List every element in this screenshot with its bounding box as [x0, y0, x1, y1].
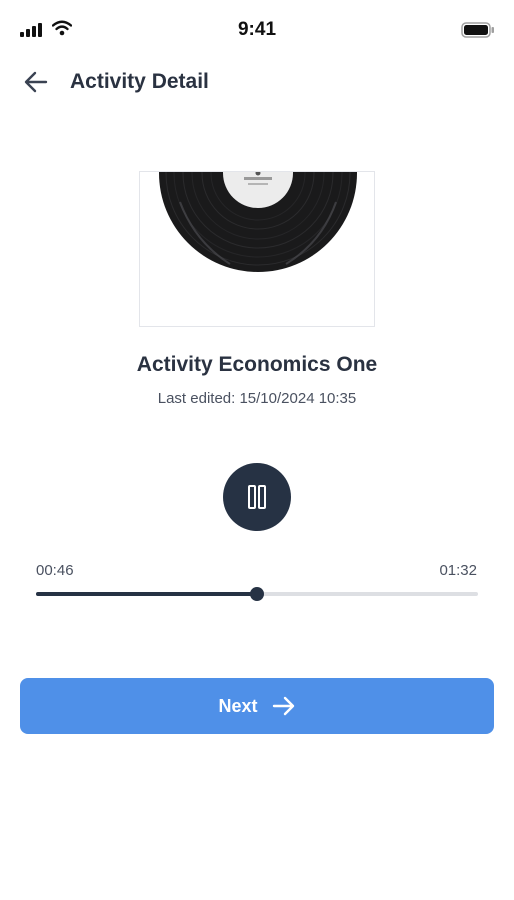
- arrow-right-icon: [272, 696, 294, 716]
- next-button-label: Next: [218, 695, 258, 716]
- vinyl-record-image: [159, 172, 357, 272]
- status-time: 9:41: [237, 19, 277, 40]
- pause-button[interactable]: [223, 463, 291, 531]
- last-edited-text: Last edited: 15/10/2024 10:35: [157, 390, 357, 407]
- progress-fill: [36, 592, 257, 596]
- progress-thumb[interactable]: [250, 587, 264, 601]
- total-time: 01:32: [439, 562, 477, 579]
- arrow-left-icon: [24, 71, 48, 93]
- status-bar: 9:41: [0, 0, 514, 60]
- pause-icon: [248, 485, 266, 509]
- next-button[interactable]: Next: [20, 678, 494, 734]
- activity-cover-image: [139, 171, 375, 327]
- current-time: 00:46: [36, 562, 74, 579]
- page-title: Activity Detail: [70, 70, 209, 93]
- app-header: Activity Detail: [0, 62, 514, 102]
- activity-title: Activity Economics One: [136, 353, 378, 376]
- battery-icon: [461, 22, 494, 38]
- back-button[interactable]: [22, 68, 50, 96]
- progress-slider[interactable]: [36, 587, 478, 601]
